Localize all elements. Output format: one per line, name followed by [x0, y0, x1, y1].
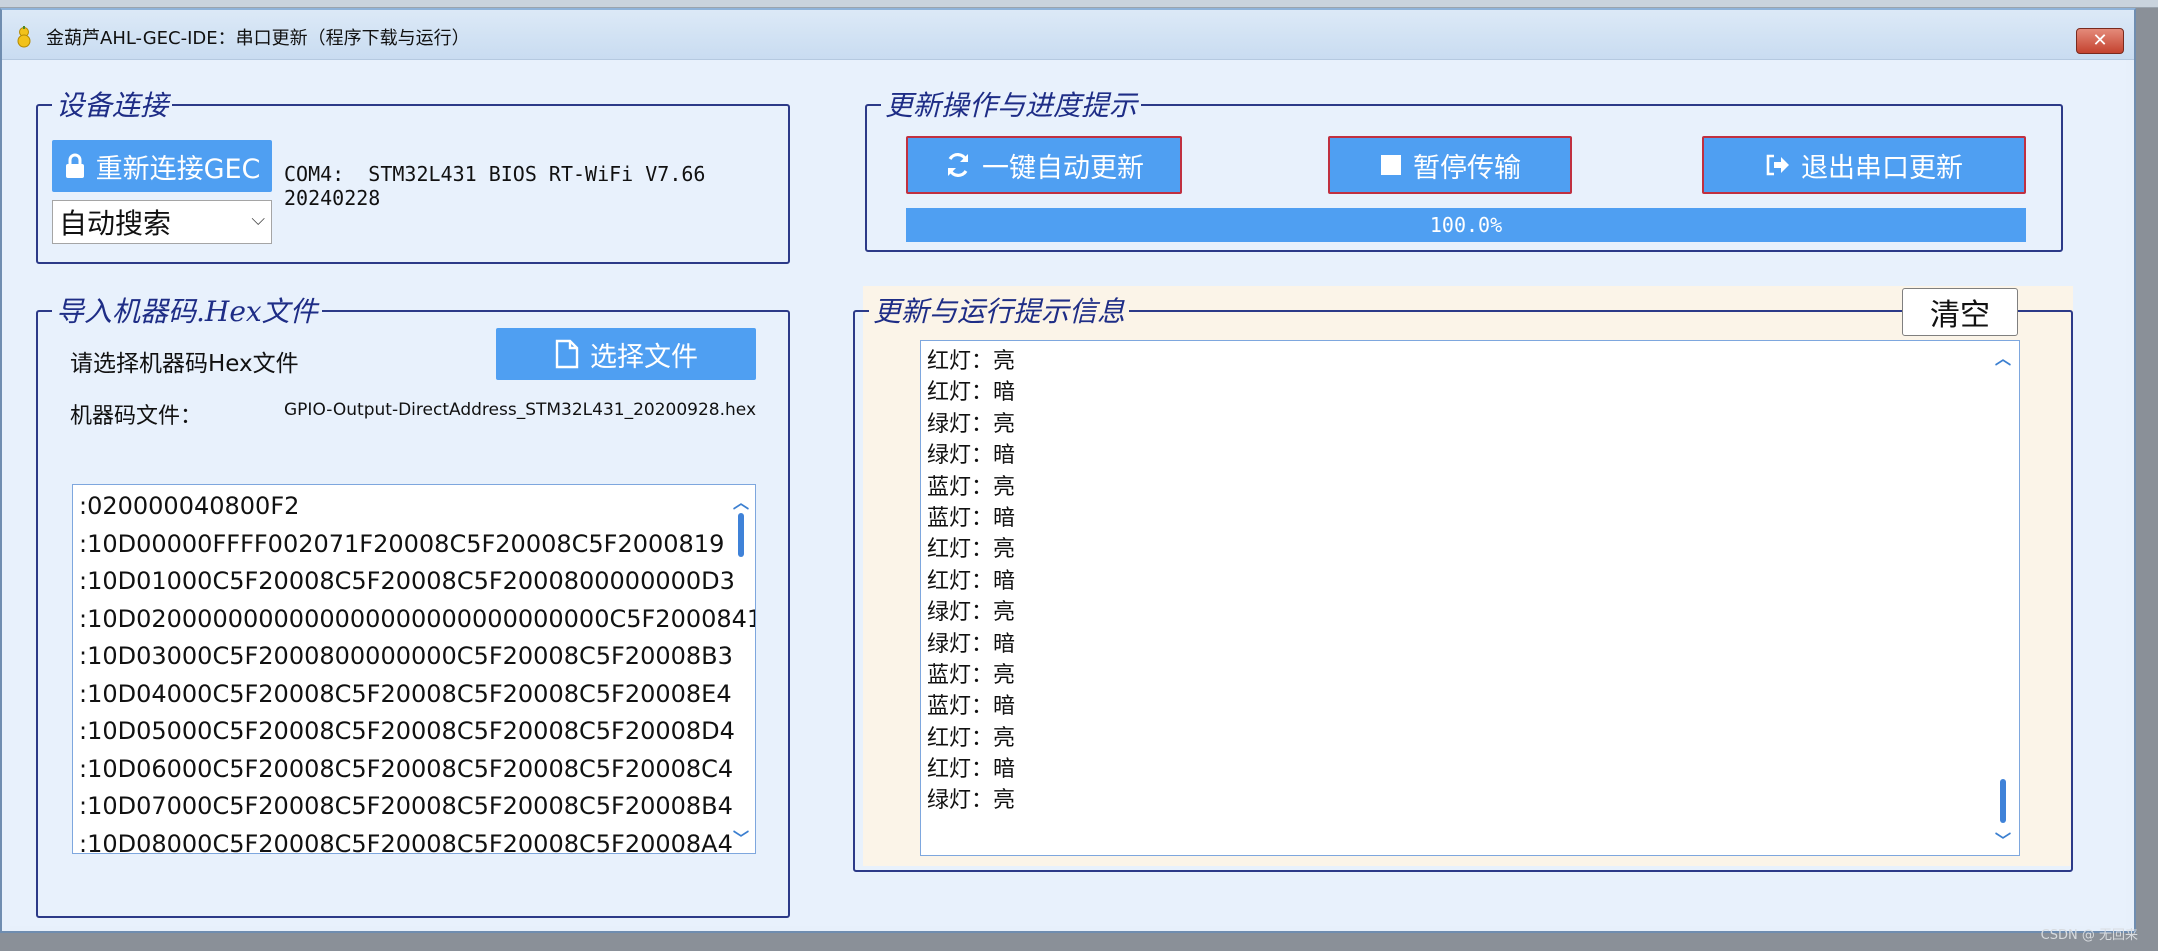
window-title: 金葫芦AHL-GEC-IDE：串口更新（程序下载与运行）: [46, 28, 470, 49]
info-line: 绿灯：亮: [927, 788, 1016, 814]
hex-line: :10D03000C5F2000800000000C5F20008C5F2000…: [79, 642, 733, 670]
lock-icon: [65, 153, 84, 178]
info-line: 绿灯：暗: [927, 631, 1016, 657]
exit-update-label: 退出串口更新: [1801, 152, 1963, 184]
hex-line: :10D01000C5F20008C5F20008C5F200080000000…: [79, 567, 735, 595]
select-file-button[interactable]: 选择文件: [496, 328, 756, 380]
reconnect-label: 重新连接GEC: [95, 153, 261, 185]
device-status-line2: 20240228: [284, 186, 381, 210]
desktop-top-strip: [0, 0, 2158, 8]
close-button[interactable]: ✕: [2076, 28, 2124, 54]
info-line: 红灯：亮: [927, 725, 1016, 751]
select-file-label: 选择文件: [590, 341, 698, 373]
hex-line: :10D0200000000000000000000000000000C5F20…: [79, 604, 756, 633]
client-area: 设备连接 重新连接GEC 自动搜索 ⌵ COM4: STM32L431 BIOS…: [10, 60, 2126, 926]
info-line: 绿灯：亮: [927, 411, 1016, 437]
hex-line: :10D07000C5F20008C5F20008C5F20008C5F2000…: [79, 792, 733, 820]
watermark: CSDN @ 无回来: [2040, 928, 2138, 943]
info-line: 蓝灯：暗: [927, 694, 1016, 720]
scrollbar-thumb[interactable]: [738, 513, 744, 557]
scroll-up-icon[interactable]: ︿: [1995, 345, 2011, 369]
search-mode-value: 自动搜索: [59, 207, 172, 240]
info-line: 绿灯：暗: [927, 443, 1016, 469]
file-name-value: GPIO-Output-DirectAddress_STM32L431_2020…: [284, 400, 757, 420]
file-name-label: 机器码文件：: [70, 404, 203, 429]
stop-icon: [1381, 155, 1401, 175]
clear-button[interactable]: 清空: [1902, 288, 2018, 336]
run-info-textbox[interactable]: 红灯：亮 红灯：暗 绿灯：亮 绿灯：暗 蓝灯：亮 蓝灯：暗 红灯：亮 红灯：暗 绿灯：亮 绿灯：暗…: [920, 340, 2020, 856]
run-info-title: 更新与运行提示信息: [869, 290, 1130, 330]
progress-bar: 100.0%: [906, 208, 2026, 242]
app-logo-icon: [17, 26, 31, 48]
hex-content-textbox[interactable]: :020000040800F2 :10D00000FFFF002071F20008…: [72, 484, 756, 854]
hex-lines: :020000040800F2 :10D00000FFFF002071F20008…: [79, 488, 756, 854]
title-bar[interactable]: 金葫芦AHL-GEC-IDE：串口更新（程序下载与运行） ✕: [2, 10, 2134, 60]
pause-transfer-button[interactable]: 暂停传输: [1328, 136, 1572, 194]
auto-update-button[interactable]: 一键自动更新: [906, 136, 1182, 194]
hex-line: :10D08000C5F20008C5F20008C5F20008C5F2000…: [79, 829, 733, 854]
auto-update-label: 一键自动更新: [982, 152, 1144, 184]
search-mode-select[interactable]: 自动搜索 ⌵: [52, 200, 272, 244]
reconnect-button[interactable]: 重新连接GEC: [52, 140, 272, 192]
device-status: COM4: STM32L431 BIOS RT-WiFi V7.66 20240…: [284, 162, 705, 210]
info-line: 红灯：亮: [927, 537, 1016, 563]
scrollbar-thumb[interactable]: [2000, 779, 2006, 823]
hex-line: :020000040800F2: [79, 492, 300, 520]
file-icon: [555, 339, 579, 369]
device-connection-title: 设备连接: [52, 84, 173, 124]
info-line: 绿灯：亮: [927, 600, 1016, 626]
chevron-down-icon: ⌵: [251, 209, 265, 230]
hex-line: :10D05000C5F20008C5F20008C5F20008C5F2000…: [79, 717, 735, 745]
update-operations-title: 更新操作与进度提示: [881, 84, 1142, 124]
run-info-lines: 红灯：亮 红灯：暗 绿灯：亮 绿灯：暗 蓝灯：亮 蓝灯：暗 红灯：亮 红灯：暗 绿灯：亮 绿灯：暗…: [927, 346, 1015, 817]
hex-prompt-label: 请选择机器码Hex文件: [70, 351, 299, 377]
info-line: 蓝灯：亮: [927, 474, 1016, 500]
info-line: 蓝灯：亮: [927, 662, 1016, 688]
exit-update-button[interactable]: 退出串口更新: [1702, 136, 2026, 194]
scroll-down-icon[interactable]: ﹀: [1995, 827, 2011, 851]
refresh-icon: [948, 153, 968, 177]
info-line: 红灯：暗: [927, 380, 1016, 406]
hex-line: :10D04000C5F20008C5F20008C5F20008C5F2000…: [79, 679, 732, 708]
hex-line: :10D06000C5F20008C5F20008C5F20008C5F2000…: [79, 754, 734, 783]
info-line: 红灯：亮: [927, 349, 1016, 374]
info-line: 红灯：暗: [927, 757, 1016, 783]
pause-transfer-label: 暂停传输: [1413, 152, 1521, 184]
info-line: 蓝灯：暗: [927, 505, 1016, 531]
progress-text: 100.0%: [1429, 213, 1503, 237]
hex-line: :10D00000FFFF002071F20008C5F20008C5F2000…: [79, 529, 725, 558]
scroll-up-icon[interactable]: ︿: [733, 489, 749, 513]
hex-import-title: 导入机器码.Hex文件: [52, 290, 322, 330]
scroll-down-icon[interactable]: ﹀: [733, 825, 749, 849]
sign-out-icon: [1766, 154, 1789, 176]
info-line: 红灯：暗: [927, 568, 1016, 594]
device-status-line1: COM4: STM32L431 BIOS RT-WiFi V7.66: [284, 162, 706, 186]
app-window: 金葫芦AHL-GEC-IDE：串口更新（程序下载与运行） ✕ 设备连接 重新连接…: [0, 8, 2136, 933]
